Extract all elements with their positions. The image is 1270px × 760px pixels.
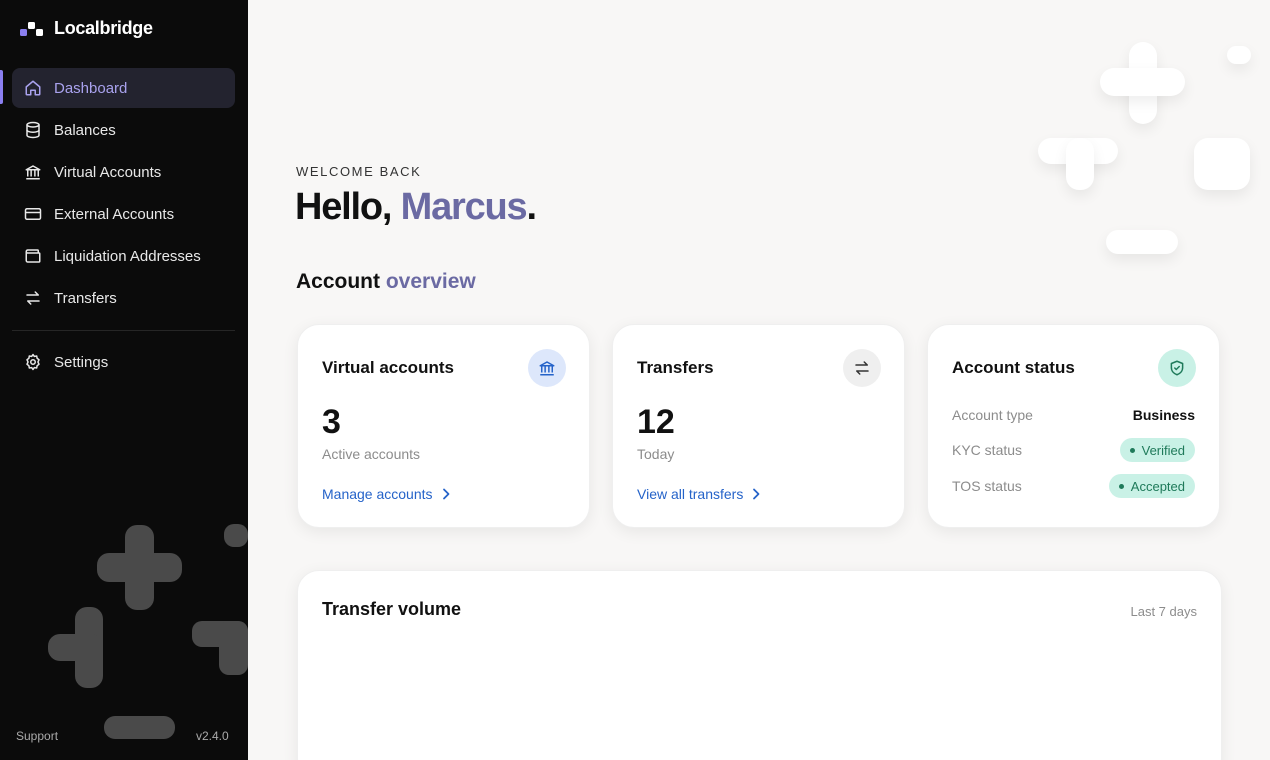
active-accounts-count: 3 (322, 403, 341, 441)
transfer-volume-range[interactable]: Last 7 days (1131, 604, 1198, 619)
account-type-value: Business (1132, 407, 1195, 423)
sidebar-item-label: Dashboard (54, 79, 128, 97)
brand-logo-icon (20, 21, 44, 37)
sidebar-nav: Dashboard Balances Virtual Accounts Exte… (12, 68, 235, 320)
brand-name: Localbridge (54, 18, 153, 38)
status-label: TOS status (952, 478, 1022, 494)
card-icon (24, 208, 42, 220)
tos-status-value: Accepted (1130, 478, 1185, 494)
version-label: v2.4.0 (196, 729, 229, 743)
transfers-count: 12 (637, 403, 675, 441)
transfers-period-label: Today (637, 446, 675, 462)
status-badge: Accepted (1108, 474, 1195, 498)
database-icon (26, 121, 40, 139)
shield-check-icon (1158, 349, 1196, 387)
gear-icon (26, 353, 40, 371)
status-dot (1129, 447, 1135, 453)
account-type-row: Account type Business (952, 403, 1195, 427)
virtual-accounts-card: Virtual accounts 3 Active accounts Manag… (297, 324, 590, 528)
transfers-card: Transfers 12 Today View all transfers (612, 324, 905, 528)
sidebar-item-liquidation-addresses[interactable]: Liquidation Addresses (12, 236, 235, 276)
link-label: View all transfers (637, 486, 744, 502)
sidebar-item-balances[interactable]: Balances (12, 110, 235, 150)
active-accounts-label: Active accounts (322, 446, 421, 462)
sidebar-item-label: External Accounts (54, 205, 175, 223)
support-link[interactable]: Support (16, 729, 58, 743)
sidebar-item-dashboard[interactable]: Dashboard (12, 68, 235, 108)
sidebar-item-label: Liquidation Addresses (54, 247, 201, 265)
sidebar-item-settings[interactable]: Settings (12, 342, 235, 382)
bank-icon (528, 349, 566, 387)
wallet-icon (25, 249, 41, 263)
chevron-right-icon (442, 488, 449, 500)
sidebar-item-virtual-accounts[interactable]: Virtual Accounts (12, 152, 235, 192)
brand[interactable]: Localbridge (20, 18, 153, 39)
account-status-card: Account status Account type Business KYC… (927, 324, 1220, 528)
sidebar-item-label: Transfers (54, 289, 117, 307)
welcome-eyebrow: WELCOME BACK (296, 164, 422, 179)
sidebar-item-transfers[interactable]: Transfers (12, 278, 235, 318)
greeting-punctuation: . (526, 186, 537, 228)
transfer-arrows-icon (26, 291, 40, 305)
greeting-text: Hello, (295, 186, 392, 228)
sidebar-item-label: Virtual Accounts (54, 163, 162, 181)
user-name: Marcus (400, 186, 528, 228)
card-title: Account status (952, 358, 1075, 377)
card-title: Virtual accounts (322, 358, 454, 377)
sidebar-item-external-accounts[interactable]: External Accounts (12, 194, 235, 234)
transfer-volume-card: Transfer volume Last 7 days (297, 570, 1222, 760)
chevron-right-icon (753, 488, 760, 500)
home-icon (25, 80, 41, 96)
manage-accounts-link[interactable]: Manage accounts (322, 486, 451, 502)
sidebar: Localbridge Dashboard Balances Virtual A… (0, 0, 248, 760)
sidebar-item-label: Settings (54, 353, 109, 371)
status-label: KYC status (952, 442, 1023, 458)
section-title: Account overview (296, 270, 476, 294)
link-label: Manage accounts (322, 486, 433, 502)
kyc-status-row: KYC status Verified (952, 438, 1195, 462)
card-title: Transfers (637, 358, 714, 377)
transfer-volume-title: Transfer volume (322, 599, 462, 619)
sidebar-divider (12, 330, 235, 331)
section-title-accent: overview (385, 270, 476, 293)
transfer-arrows-icon (843, 349, 881, 387)
active-indicator (0, 70, 3, 104)
bank-icon (25, 165, 41, 180)
sidebar-nav-secondary: Settings (12, 342, 235, 384)
tos-status-row: TOS status Accepted (952, 474, 1195, 498)
page-title: Hello, Marcus. (295, 186, 537, 229)
status-badge: Verified (1119, 438, 1195, 462)
main-content: WELCOME BACK Hello, Marcus. Account over… (248, 0, 1270, 760)
sidebar-item-label: Balances (54, 121, 116, 139)
status-label: Account type (952, 407, 1033, 423)
status-dot (1118, 483, 1124, 489)
kyc-status-value: Verified (1141, 442, 1185, 458)
section-title-main: Account (296, 270, 380, 293)
view-all-transfers-link[interactable]: View all transfers (637, 486, 761, 502)
